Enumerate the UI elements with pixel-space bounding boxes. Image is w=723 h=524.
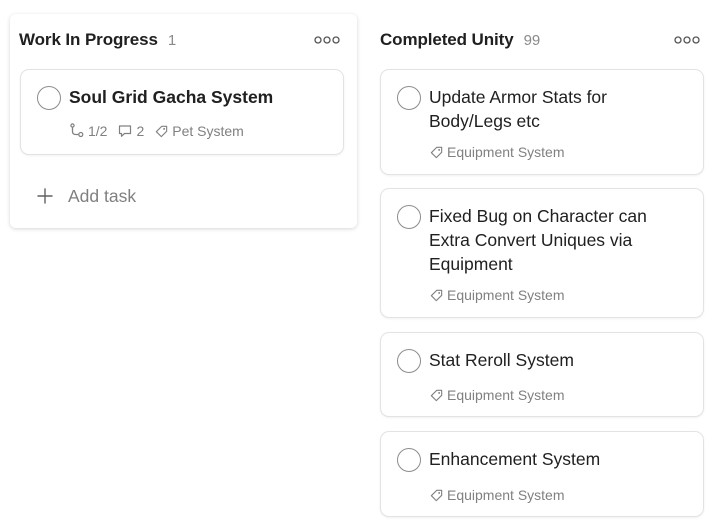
ellipsis-icon <box>314 36 340 44</box>
task-label-item: Equipment System <box>429 144 565 160</box>
tag-icon <box>430 289 443 301</box>
task-label-item: Equipment System <box>429 387 565 403</box>
task-title: Enhancement System <box>429 449 601 469</box>
tag-icon <box>430 489 443 501</box>
subtask-count: 1/2 <box>88 123 108 139</box>
comment-icon <box>119 125 132 137</box>
task-label-item: Equipment System <box>429 487 565 503</box>
task-title: Stat Reroll System <box>429 350 574 370</box>
task-meta: 1/2 2 Pet System <box>69 123 244 139</box>
task-label[interactable]: Pet System <box>154 123 244 139</box>
task-card[interactable]: Fixed Bug on Character can Extra Convert… <box>380 188 704 318</box>
task-label-text: Equipment System <box>447 487 565 503</box>
task-label-text: Equipment System <box>447 144 565 160</box>
column-header: Work In Progress 1 <box>10 14 357 66</box>
tag-icon <box>430 146 443 158</box>
task-complete-checkbox[interactable] <box>397 448 421 472</box>
column-header: Completed Unity 99 <box>380 14 705 66</box>
task-complete-checkbox[interactable] <box>397 205 421 229</box>
kanban-board: Work In Progress 1 Soul Grid Gacha Syste… <box>0 0 723 524</box>
task-label-item: Equipment System <box>429 287 565 303</box>
comment-count-value: 2 <box>136 123 145 139</box>
task-complete-checkbox[interactable] <box>37 86 61 110</box>
column-title: Work In Progress <box>19 30 158 49</box>
column-more-button[interactable] <box>313 30 341 50</box>
task-label-text: Equipment System <box>447 387 565 403</box>
task-label[interactable]: Equipment System <box>429 487 565 503</box>
column-title: Completed Unity <box>380 30 514 49</box>
task-complete-checkbox[interactable] <box>397 349 421 373</box>
task-card[interactable]: Stat Reroll System Equipment System <box>380 332 704 417</box>
task-complete-checkbox[interactable] <box>397 86 421 110</box>
subtask-progress: 1/2 <box>69 123 107 139</box>
comment-count: 2 <box>117 123 144 139</box>
task-label[interactable]: Equipment System <box>429 387 565 403</box>
task-label-text: Pet System <box>172 123 244 139</box>
task-title: Fixed Bug on Character can Extra Convert… <box>429 206 647 274</box>
task-label-text: Equipment System <box>447 287 565 303</box>
subtask-icon <box>70 123 84 138</box>
plus-icon <box>37 188 53 204</box>
task-card[interactable]: Soul Grid Gacha System 1/2 2 Pet System <box>20 69 344 155</box>
task-label[interactable]: Equipment System <box>429 287 565 303</box>
task-label[interactable]: Equipment System <box>429 144 565 160</box>
column-work-in-progress: Work In Progress 1 Soul Grid Gacha Syste… <box>10 14 357 228</box>
task-title: Update Armor Stats for Body/Legs etc <box>429 87 607 131</box>
column-completed-unity: Completed Unity 99 Update Armor Stats fo… <box>380 14 705 524</box>
task-title: Soul Grid Gacha System <box>69 87 274 107</box>
column-more-button[interactable] <box>673 30 701 50</box>
tag-icon <box>430 389 443 401</box>
column-task-count: 99 <box>523 31 541 49</box>
tag-icon <box>156 125 168 137</box>
column-task-count: 1 <box>167 31 177 49</box>
task-card[interactable]: Update Armor Stats for Body/Legs etc Equ… <box>380 69 704 175</box>
add-task-button[interactable]: Add task <box>36 184 136 208</box>
task-card[interactable]: Enhancement System Equipment System <box>380 431 704 517</box>
ellipsis-icon <box>674 36 700 44</box>
add-task-label: Add task <box>68 185 137 206</box>
